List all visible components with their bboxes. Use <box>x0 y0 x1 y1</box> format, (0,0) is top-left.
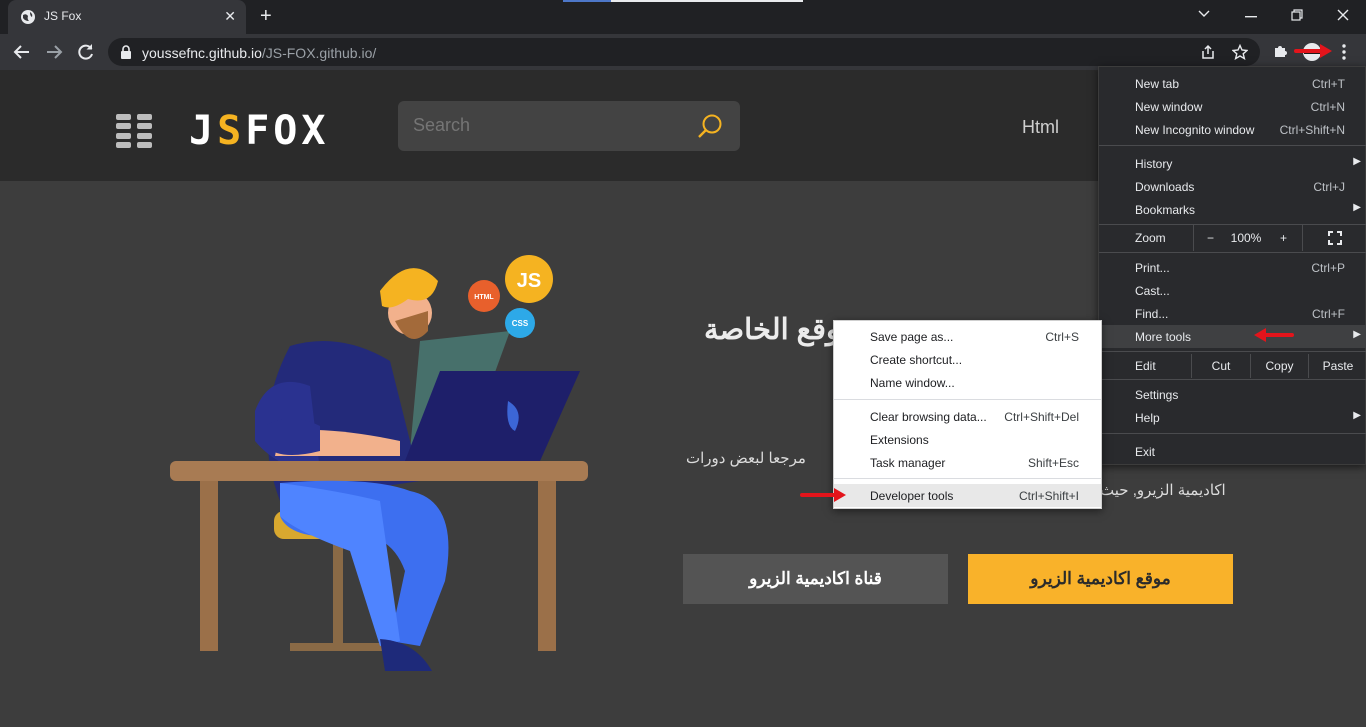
menu-item-history[interactable]: History ▶ <box>1099 152 1366 175</box>
menu-item-more-tools[interactable]: More tools ▶ <box>1099 325 1366 348</box>
bookmark-star-icon[interactable] <box>1232 44 1248 60</box>
zoom-out-button[interactable]: − <box>1193 225 1227 251</box>
globe-icon <box>21 10 35 24</box>
site-logo[interactable]: JSFOX <box>189 108 329 154</box>
nav-link-html[interactable]: Html <box>1022 117 1059 138</box>
html-badge: HTML <box>474 294 494 301</box>
tab-search-icon[interactable] <box>1198 10 1210 18</box>
menu-item-downloads[interactable]: Downloads Ctrl+J <box>1099 175 1366 198</box>
tab-strip-indicator <box>563 0 803 2</box>
menu-separator <box>1099 433 1366 434</box>
submenu-item-save-page[interactable]: Save page as... Ctrl+S <box>834 325 1101 348</box>
tab-title: JS Fox <box>44 9 82 23</box>
menu-item-exit[interactable]: Exit <box>1099 440 1366 463</box>
zoom-value: 100% <box>1230 231 1262 245</box>
search-box[interactable] <box>398 101 740 151</box>
submenu-separator <box>834 399 1101 400</box>
tab-bar: JS Fox ✕ + <box>0 0 1366 34</box>
annotation-arrow-icon <box>1254 328 1294 342</box>
edit-row: Edit Cut Copy Paste <box>1099 354 1366 378</box>
search-input[interactable] <box>413 115 683 136</box>
tab-js-fox[interactable]: JS Fox ✕ <box>8 0 246 34</box>
submenu-arrow-icon: ▶ <box>1353 410 1361 421</box>
close-tab-icon[interactable]: ✕ <box>224 8 236 25</box>
menu-item-cast[interactable]: Cast... <box>1099 279 1366 302</box>
zoom-row: Zoom − 100% + <box>1099 225 1366 251</box>
share-icon[interactable] <box>1200 44 1216 60</box>
menu-item-find[interactable]: Find... Ctrl+F <box>1099 302 1366 325</box>
minimize-icon[interactable] <box>1245 16 1257 18</box>
menu-item-help[interactable]: Help ▶ <box>1099 406 1366 429</box>
annotation-arrow-icon <box>800 488 846 502</box>
menu-separator <box>1099 379 1366 380</box>
menu-item-incognito[interactable]: New Incognito window Ctrl+Shift+N <box>1099 118 1366 141</box>
submenu-arrow-icon: ▶ <box>1353 156 1361 167</box>
submenu-item-extensions[interactable]: Extensions <box>834 428 1101 451</box>
menu-item-print[interactable]: Print... Ctrl+P <box>1099 256 1366 279</box>
menu-separator <box>1099 145 1366 146</box>
restore-icon[interactable] <box>1291 9 1303 21</box>
reload-icon[interactable] <box>76 42 96 62</box>
annotation-arrow-icon <box>1294 44 1332 58</box>
submenu-item-task-manager[interactable]: Task manager Shift+Esc <box>834 451 1101 474</box>
kebab-menu-icon[interactable] <box>1342 44 1346 60</box>
submenu-item-create-shortcut[interactable]: Create shortcut... <box>834 348 1101 371</box>
js-badge: JS <box>517 270 541 292</box>
fullscreen-icon <box>1328 231 1342 245</box>
forward-icon[interactable] <box>44 42 64 62</box>
copy-button[interactable]: Copy <box>1250 354 1308 378</box>
channel-button[interactable]: قناة اكاديمية الزيرو <box>683 554 948 604</box>
lock-icon[interactable] <box>120 45 132 59</box>
fullscreen-button[interactable] <box>1302 225 1366 251</box>
submenu-arrow-icon: ▶ <box>1353 329 1361 340</box>
close-window-icon[interactable] <box>1337 9 1349 21</box>
css-badge: CSS <box>512 319 529 328</box>
submenu-item-name-window[interactable]: Name window... <box>834 371 1101 394</box>
extensions-icon[interactable] <box>1272 43 1288 59</box>
url-text[interactable]: youssefnc.github.io/JS-FOX.github.io/ <box>142 45 376 61</box>
menu-item-new-window[interactable]: New window Ctrl+N <box>1099 95 1366 118</box>
search-icon[interactable] <box>696 113 724 141</box>
zoom-in-button[interactable]: + <box>1265 225 1302 251</box>
grid-menu-icon[interactable] <box>116 114 152 148</box>
cut-button[interactable]: Cut <box>1191 354 1250 378</box>
menu-separator <box>1099 351 1366 352</box>
browser-toolbar: youssefnc.github.io/JS-FOX.github.io/ <box>0 34 1366 70</box>
zoom-label: Zoom <box>1135 231 1166 245</box>
menu-item-bookmarks[interactable]: Bookmarks ▶ <box>1099 198 1366 221</box>
chrome-main-menu: New tab Ctrl+T New window Ctrl+N New Incog… <box>1098 66 1366 465</box>
address-bar[interactable]: youssefnc.github.io/JS-FOX.github.io/ <box>108 38 1260 66</box>
hero-paragraph-line-2: اكاديمية الزيرو, حيث <box>1100 482 1226 499</box>
submenu-item-clear-data[interactable]: Clear browsing data... Ctrl+Shift+Del <box>834 405 1101 428</box>
submenu-separator <box>834 478 1101 479</box>
academy-site-button[interactable]: موقع اكاديمية الزيرو <box>968 554 1233 604</box>
menu-item-new-tab[interactable]: New tab Ctrl+T <box>1099 72 1366 95</box>
hero-paragraph-line-1: مرجعا لبعض دورات <box>686 450 806 467</box>
menu-item-settings[interactable]: Settings <box>1099 383 1366 406</box>
more-tools-submenu: Save page as... Ctrl+S Create shortcut...… <box>833 320 1102 509</box>
submenu-item-developer-tools[interactable]: Developer tools Ctrl+Shift+I <box>834 484 1101 507</box>
developer-illustration: JS HTML CSS <box>170 255 588 671</box>
back-icon[interactable] <box>12 42 32 62</box>
new-tab-button[interactable]: + <box>260 5 272 27</box>
menu-separator <box>1099 252 1366 253</box>
fox-mark: S <box>217 108 246 154</box>
paste-button[interactable]: Paste <box>1308 354 1366 378</box>
submenu-arrow-icon: ▶ <box>1353 202 1361 213</box>
